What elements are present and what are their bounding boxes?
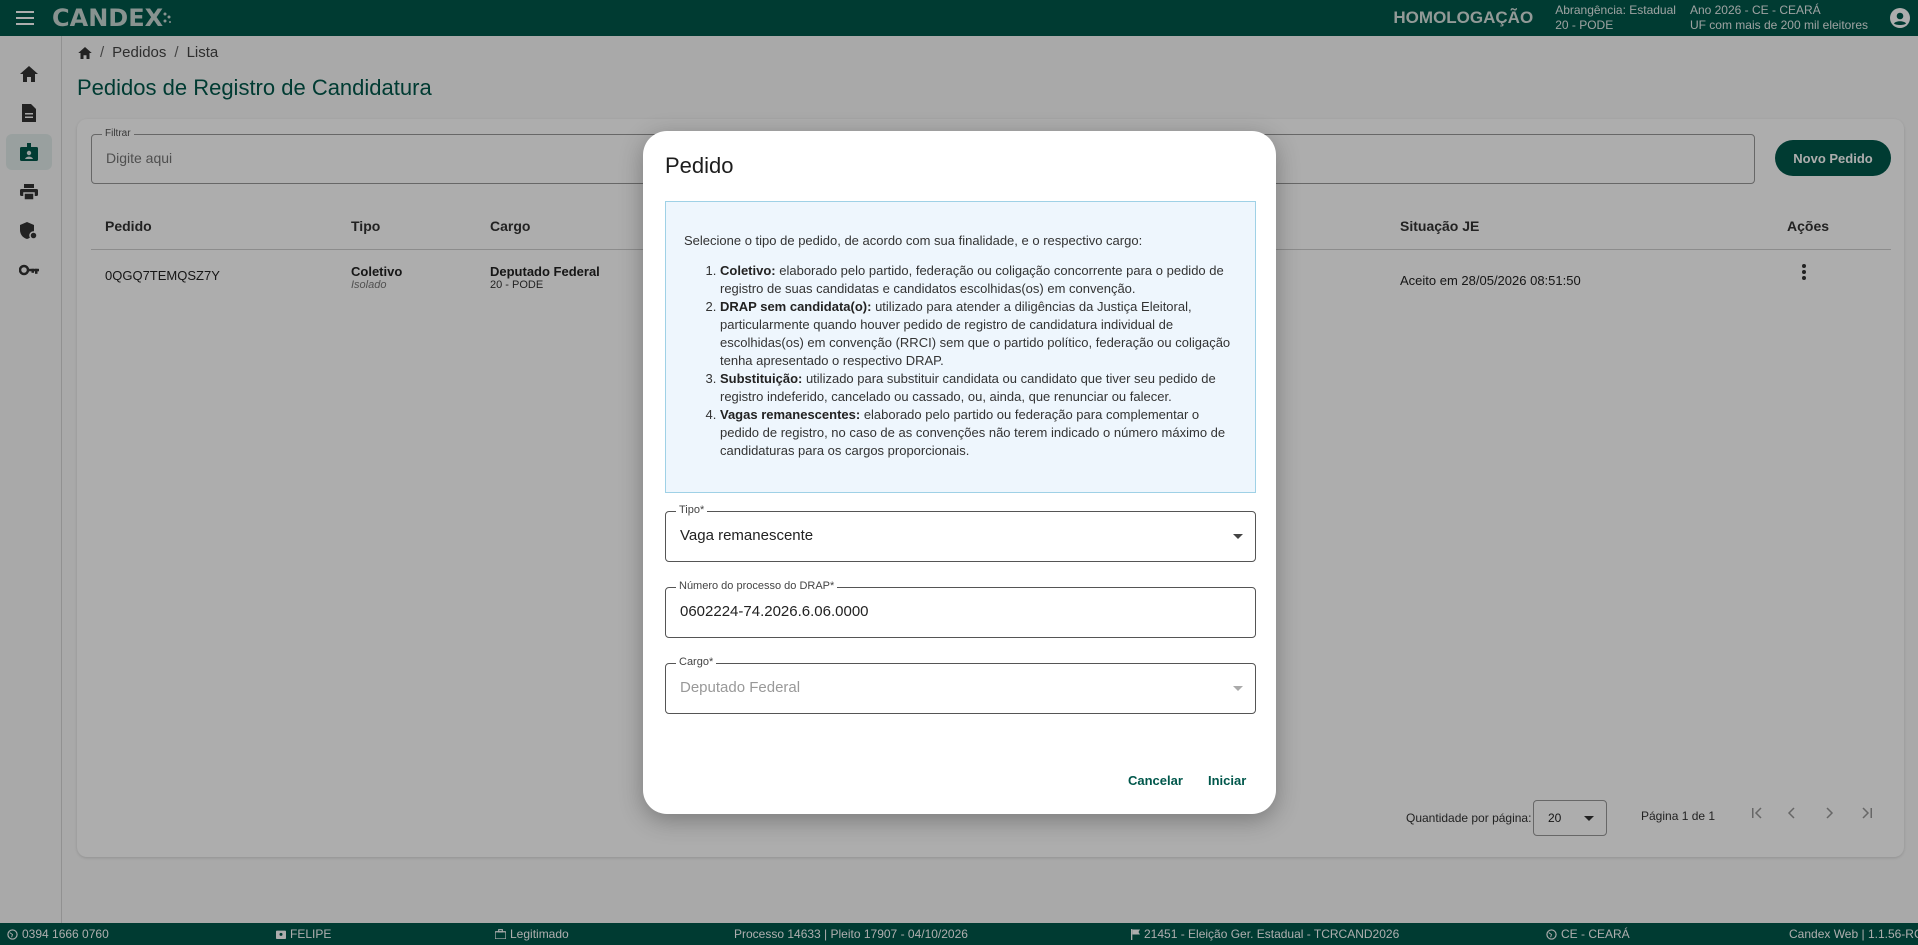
start-button[interactable]: Iniciar [1208,773,1246,788]
list-item: DRAP sem candidata(o): utilizado para at… [720,298,1237,370]
list-item: Coletivo: elaborado pelo partido, federa… [720,262,1237,298]
request-type-list: Coletivo: elaborado pelo partido, federa… [684,262,1237,460]
dialog-title: Pedido [665,153,734,178]
drap-value[interactable]: 0602224-74.2026.6.06.0000 [680,603,869,620]
item-term: Vagas remanescentes: [720,407,861,422]
info-box: Selecione o tipo de pedido, de acordo co… [665,201,1256,493]
cancel-button[interactable]: Cancelar [1128,773,1183,788]
list-item: Vagas remanescentes: elaborado pelo part… [720,406,1237,460]
list-item: Substituição: utilizado para substituir … [720,370,1237,406]
item-text: elaborado pelo partido, federação ou col… [720,263,1224,296]
drap-number-field[interactable]: Número do processo do DRAP* 0602224-74.2… [665,580,1256,638]
item-term: Substituição: [720,371,803,386]
request-dialog: Pedido Selecione o tipo de pedido, de ac… [643,131,1276,814]
item-term: Coletivo: [720,263,776,278]
chevron-down-icon [1233,534,1243,539]
tipo-select[interactable]: Tipo* Vaga remanescente [665,504,1256,562]
chevron-down-icon [1233,686,1243,691]
drap-label: Número do processo do DRAP* [676,580,838,592]
cargo-label: Cargo* [676,656,717,668]
cargo-select[interactable]: Cargo* Deputado Federal [665,656,1256,714]
info-intro: Selecione o tipo de pedido, de acordo co… [684,233,1143,248]
item-term: DRAP sem candidata(o): [720,299,872,314]
tipo-label: Tipo* [676,504,708,516]
cargo-value: Deputado Federal [680,679,801,696]
tipo-value: Vaga remanescente [680,527,814,544]
